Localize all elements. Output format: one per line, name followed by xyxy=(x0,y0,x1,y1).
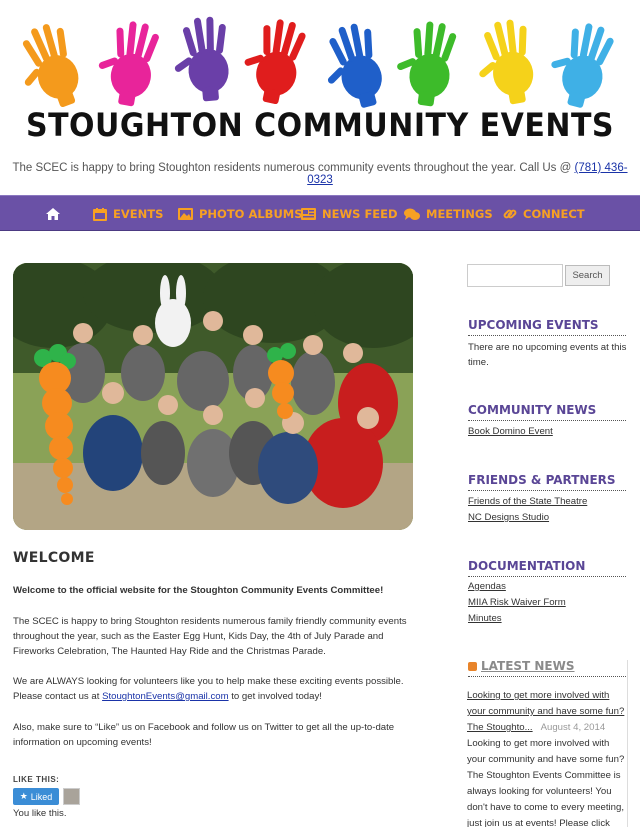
nav-news-feed-label: NEWS FEED xyxy=(322,207,398,221)
nav-connect-label: CONNECT xyxy=(523,207,585,221)
social-paragraph: Also, make sure to “Like” us on Facebook… xyxy=(13,722,395,748)
link-icon xyxy=(503,209,517,219)
welcome-heading: WELCOME xyxy=(13,550,95,566)
email-link[interactable]: StoughtonEvents@gmail.com xyxy=(102,691,229,702)
liked-button[interactable]: ★ Liked xyxy=(13,788,59,805)
search-input[interactable] xyxy=(467,264,563,287)
upcoming-events-title: UPCOMING EVENTS xyxy=(468,318,626,336)
nav-photo-albums-label: PHOTO ALBUMS xyxy=(199,207,303,221)
pink-hand xyxy=(91,16,162,108)
friends-link-nc-designs[interactable]: NC Designs Studio xyxy=(468,512,549,523)
nav-connect[interactable]: CONNECT xyxy=(503,196,585,232)
handprints-logo xyxy=(12,13,618,108)
docs-link-minutes[interactable]: Minutes xyxy=(468,613,502,624)
nav-meetings[interactable]: MEETINGS xyxy=(404,196,493,232)
latest-news-source[interactable]: The Stoughto... xyxy=(467,722,533,733)
latest-news-item: Looking to get more involved with your c… xyxy=(467,688,629,827)
red-hand xyxy=(236,13,309,108)
community-news-link[interactable]: Book Domino Event xyxy=(468,426,553,437)
newspaper-icon xyxy=(301,208,316,220)
yellow-hand xyxy=(469,16,540,108)
intro-paragraph: Welcome to the official website for the … xyxy=(13,583,418,598)
chat-icon xyxy=(404,208,420,220)
calendar-icon xyxy=(93,207,107,221)
events-paragraph: The SCEC is happy to bring Stoughton res… xyxy=(13,616,407,657)
nav-events-label: EVENTS xyxy=(113,207,164,221)
image-icon xyxy=(178,208,193,220)
nav-news-feed[interactable]: NEWS FEED xyxy=(301,196,398,232)
volunteer-suffix: to get involved today! xyxy=(228,691,322,702)
site-title[interactable]: STOUGHTON COMMUNITY EVENTS xyxy=(0,107,640,145)
site-header: STOUGHTON COMMUNITY EVENTS The SCEC is h… xyxy=(0,0,640,195)
star-icon: ★ xyxy=(19,791,28,801)
hero-photo xyxy=(13,263,413,530)
rss-icon xyxy=(468,661,477,671)
avatar[interactable] xyxy=(63,788,80,805)
nav-events[interactable]: EVENTS xyxy=(93,196,163,232)
tagline-text: The SCEC is happy to bring Stoughton res… xyxy=(12,162,575,174)
blue-hand xyxy=(314,19,391,108)
friends-link-theatre[interactable]: Friends of the State Theatre xyxy=(468,496,587,507)
nav-meetings-label: MEETINGS xyxy=(426,207,493,221)
you-like-text: You like this. xyxy=(13,808,67,819)
docs-link-waiver[interactable]: MIIA Risk Waiver Form xyxy=(468,597,566,608)
like-this-heading: LIKE THIS: xyxy=(13,775,60,784)
home-icon xyxy=(46,208,60,220)
latest-news-title[interactable]: LATEST NEWS xyxy=(468,659,626,677)
intro-text: Welcome to the official website for the … xyxy=(13,585,384,596)
green-hand xyxy=(390,17,459,108)
latest-news-link[interactable]: Looking to get more involved with your c… xyxy=(467,690,624,717)
latest-news-label: LATEST NEWS xyxy=(481,659,575,673)
documentation-title: DOCUMENTATION xyxy=(468,559,626,577)
upcoming-events-text: There are no upcoming events at this tim… xyxy=(468,342,627,368)
search-button[interactable]: Search xyxy=(565,265,610,286)
purple-hand xyxy=(169,15,233,104)
nav-photo-albums[interactable]: PHOTO ALBUMS xyxy=(178,196,303,232)
latest-news-excerpt: Looking to get more involved with your c… xyxy=(467,738,625,827)
nav-home[interactable] xyxy=(46,196,60,232)
orange-hand xyxy=(12,18,89,108)
site-tagline: The SCEC is happy to bring Stoughton res… xyxy=(0,162,640,186)
latest-news-date: August 4, 2014 xyxy=(540,722,606,733)
liked-button-label: Liked xyxy=(30,791,53,802)
docs-link-agendas[interactable]: Agendas xyxy=(468,581,506,592)
friends-partners-title: FRIENDS & PARTNERS xyxy=(468,473,626,491)
volunteer-paragraph: We are ALWAYS looking for volunteers lik… xyxy=(13,674,418,704)
light-blue-hand xyxy=(541,16,618,108)
main-nav: EVENTS PHOTO ALBUMS NEWS FEED MEETINGS C… xyxy=(0,195,640,231)
community-news-title: COMMUNITY NEWS xyxy=(468,403,626,421)
